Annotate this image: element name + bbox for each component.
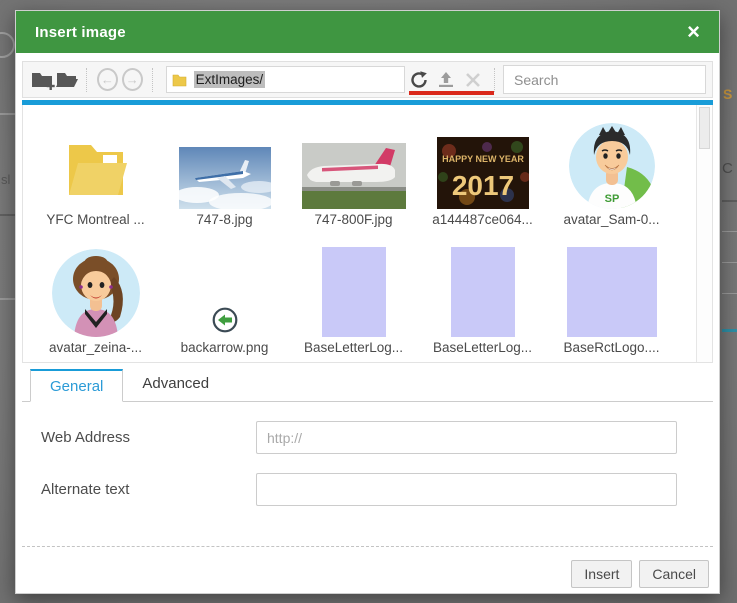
photo-newyear-thumbnail: HAPPY NEW YEAR 2017 bbox=[418, 105, 547, 209]
web-address-row: Web Address bbox=[22, 421, 713, 454]
new-folder-icon[interactable] bbox=[31, 68, 55, 92]
dimmed-background-line bbox=[0, 214, 15, 216]
forward-icon[interactable]: → bbox=[121, 68, 143, 91]
dimmed-background-text: sl bbox=[1, 172, 11, 187]
svg-text:2017: 2017 bbox=[451, 170, 513, 201]
file-list-scrollbar-track[interactable] bbox=[696, 105, 712, 362]
dialog-title: Insert image bbox=[35, 23, 126, 41]
alternate-text-field[interactable] bbox=[256, 473, 677, 506]
file-list: YFC Montreal ... 747-8.jpg 747-800F.jpg bbox=[22, 105, 713, 363]
dimmed-background-line bbox=[722, 293, 737, 294]
file-item[interactable]: backarrow.png bbox=[160, 233, 289, 361]
photo-plane-sky-thumbnail bbox=[160, 105, 289, 209]
dimmed-background-circle bbox=[0, 32, 15, 58]
dialog-footer: Insert Cancel bbox=[571, 560, 709, 588]
file-name-label: YFC Montreal ... bbox=[46, 212, 145, 227]
dimmed-background-letter: C bbox=[722, 160, 733, 177]
insert-button[interactable]: Insert bbox=[571, 560, 633, 588]
dimmed-background-letter: S bbox=[723, 86, 733, 102]
placeholder-rect-thumbnail bbox=[418, 233, 547, 337]
file-item[interactable]: 747-8.jpg bbox=[160, 105, 289, 233]
file-name-label: a144487ce064... bbox=[432, 212, 533, 227]
alternate-text-row: Alternate text bbox=[22, 473, 713, 506]
file-name-label: avatar_zeina-... bbox=[48, 340, 143, 355]
file-browser-toolbar: ← → ExtImages/ bbox=[22, 61, 713, 98]
open-folder-icon[interactable] bbox=[55, 68, 79, 92]
dimmed-background-line bbox=[0, 113, 15, 115]
file-item[interactable]: YFC Montreal ... bbox=[31, 105, 160, 233]
placeholder-rect-wide-thumbnail bbox=[547, 233, 676, 337]
icon-back-arrow-thumbnail bbox=[160, 233, 289, 337]
dimmed-background-line bbox=[0, 298, 15, 300]
file-item[interactable]: HAPPY NEW YEAR 2017 a144487ce064... bbox=[418, 105, 547, 233]
file-item[interactable]: BaseRctLogo.... bbox=[547, 233, 676, 361]
toolbar-separator bbox=[494, 67, 496, 92]
cancel-button[interactable]: Cancel bbox=[639, 560, 709, 588]
alternate-text-label: Alternate text bbox=[41, 481, 130, 498]
dimmed-background-accent-line bbox=[722, 329, 737, 332]
dialog-titlebar: Insert image × bbox=[16, 11, 719, 53]
delete-icon[interactable] bbox=[463, 68, 484, 92]
dimmed-background-line bbox=[722, 200, 737, 202]
file-item[interactable]: BaseLetterLog... bbox=[289, 233, 418, 361]
toolbar-separator bbox=[151, 67, 154, 92]
dimmed-background-line bbox=[722, 231, 737, 232]
tab-general[interactable]: General bbox=[30, 369, 124, 402]
photo-plane-cargo-thumbnail bbox=[289, 105, 418, 209]
file-name-label: BaseRctLogo.... bbox=[563, 340, 660, 355]
close-icon[interactable]: × bbox=[687, 21, 700, 43]
avatar-female-thumbnail bbox=[31, 233, 160, 337]
svg-text:HAPPY NEW YEAR: HAPPY NEW YEAR bbox=[442, 154, 524, 164]
file-item[interactable]: 747-800F.jpg bbox=[289, 105, 418, 233]
refresh-icon[interactable] bbox=[408, 68, 429, 92]
file-name-label: 747-800F.jpg bbox=[314, 212, 393, 227]
back-icon[interactable]: ← bbox=[96, 68, 118, 91]
dimmed-background-line bbox=[722, 262, 737, 263]
file-name-label: BaseLetterLog... bbox=[303, 340, 404, 355]
annotation-red-underline bbox=[409, 91, 494, 95]
web-address-field[interactable] bbox=[256, 421, 677, 454]
address-path-text: ExtImages/ bbox=[193, 71, 266, 88]
file-list-scrollbar-thumb[interactable] bbox=[699, 107, 710, 149]
avatar-male-thumbnail: SP bbox=[547, 105, 676, 209]
tabstrip: General Advanced bbox=[22, 367, 713, 402]
folder-thumbnail bbox=[31, 105, 160, 209]
web-address-label: Web Address bbox=[41, 429, 130, 446]
file-name-label: 747-8.jpg bbox=[196, 212, 253, 227]
address-folder-icon bbox=[172, 74, 186, 86]
search-input[interactable] bbox=[503, 65, 706, 94]
file-name-label: backarrow.png bbox=[180, 340, 269, 355]
placeholder-rect-thumbnail bbox=[289, 233, 418, 337]
insert-image-dialog: Insert image × ← → ExtImages/ Search YFC… bbox=[15, 10, 720, 594]
svg-text:SP: SP bbox=[604, 193, 619, 205]
toolbar-separator bbox=[86, 67, 88, 92]
address-bar[interactable]: ExtImages/ bbox=[165, 66, 406, 93]
screen: sl S C Insert image × ← → ExtImages/ Sea… bbox=[0, 0, 737, 603]
file-grid: YFC Montreal ... 747-8.jpg 747-800F.jpg bbox=[23, 105, 697, 362]
file-name-label: BaseLetterLog... bbox=[432, 340, 533, 355]
file-item[interactable]: SP avatar_Sam-0... bbox=[547, 105, 676, 233]
upload-icon[interactable] bbox=[435, 68, 456, 92]
file-item[interactable]: avatar_zeina-... bbox=[31, 233, 160, 361]
footer-divider bbox=[22, 546, 713, 547]
file-name-label: avatar_Sam-0... bbox=[563, 212, 660, 227]
tab-advanced[interactable]: Advanced bbox=[123, 368, 228, 401]
file-item[interactable]: BaseLetterLog... bbox=[418, 233, 547, 361]
